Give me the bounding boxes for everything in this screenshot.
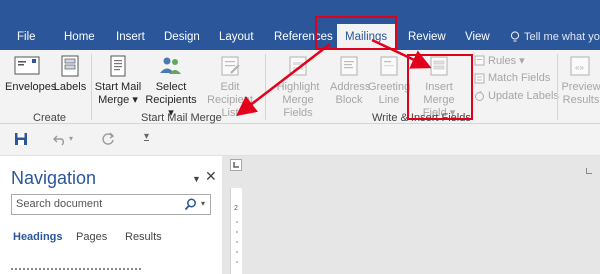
arrow-to-insert-merge-field <box>371 38 432 69</box>
annotation-arrows <box>236 38 432 117</box>
arrow-to-edit-recipient-list <box>236 43 331 117</box>
